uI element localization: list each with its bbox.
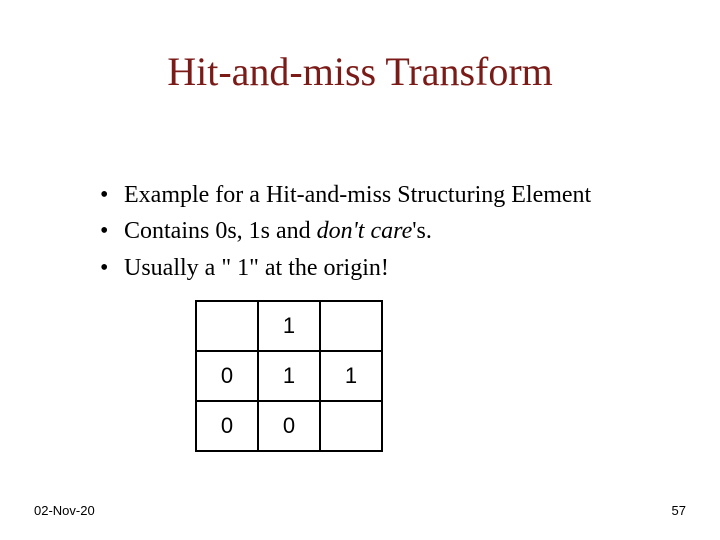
bullet-item: Example for a Hit-and-miss Structuring E… [100,179,700,211]
grid-row: 0 0 [196,401,382,451]
grid-cell [196,301,258,351]
bullet-item: Contains 0s, 1s and don't care's. [100,215,700,247]
grid-row: 1 [196,301,382,351]
structuring-element-grid: 1 0 1 1 0 0 [195,300,383,452]
grid-row: 0 1 1 [196,351,382,401]
grid-cell [320,401,382,451]
grid-cell: 0 [196,401,258,451]
bullet-text-italic: don't care [317,218,413,244]
grid-cell: 0 [258,401,320,451]
grid-cell: 1 [320,351,382,401]
bullet-text-prefix: Contains 0s, 1s and [124,218,317,244]
bullet-item: Usually a " 1" at the origin! [100,252,700,284]
bullet-text-suffix: 's. [412,218,432,244]
grid-cell [320,301,382,351]
footer-date: 02-Nov-20 [34,503,95,518]
bullet-text: Usually a " 1" at the origin! [124,255,389,281]
bullet-list: Example for a Hit-and-miss Structuring E… [60,179,700,288]
grid-cell: 1 [258,351,320,401]
slide-title: Hit-and-miss Transform [0,48,720,95]
slide: Hit-and-miss Transform Example for a Hit… [0,0,720,540]
grid-cell: 0 [196,351,258,401]
footer-page-number: 57 [672,503,686,518]
grid-cell: 1 [258,301,320,351]
bullet-text: Example for a Hit-and-miss Structuring E… [124,182,591,208]
